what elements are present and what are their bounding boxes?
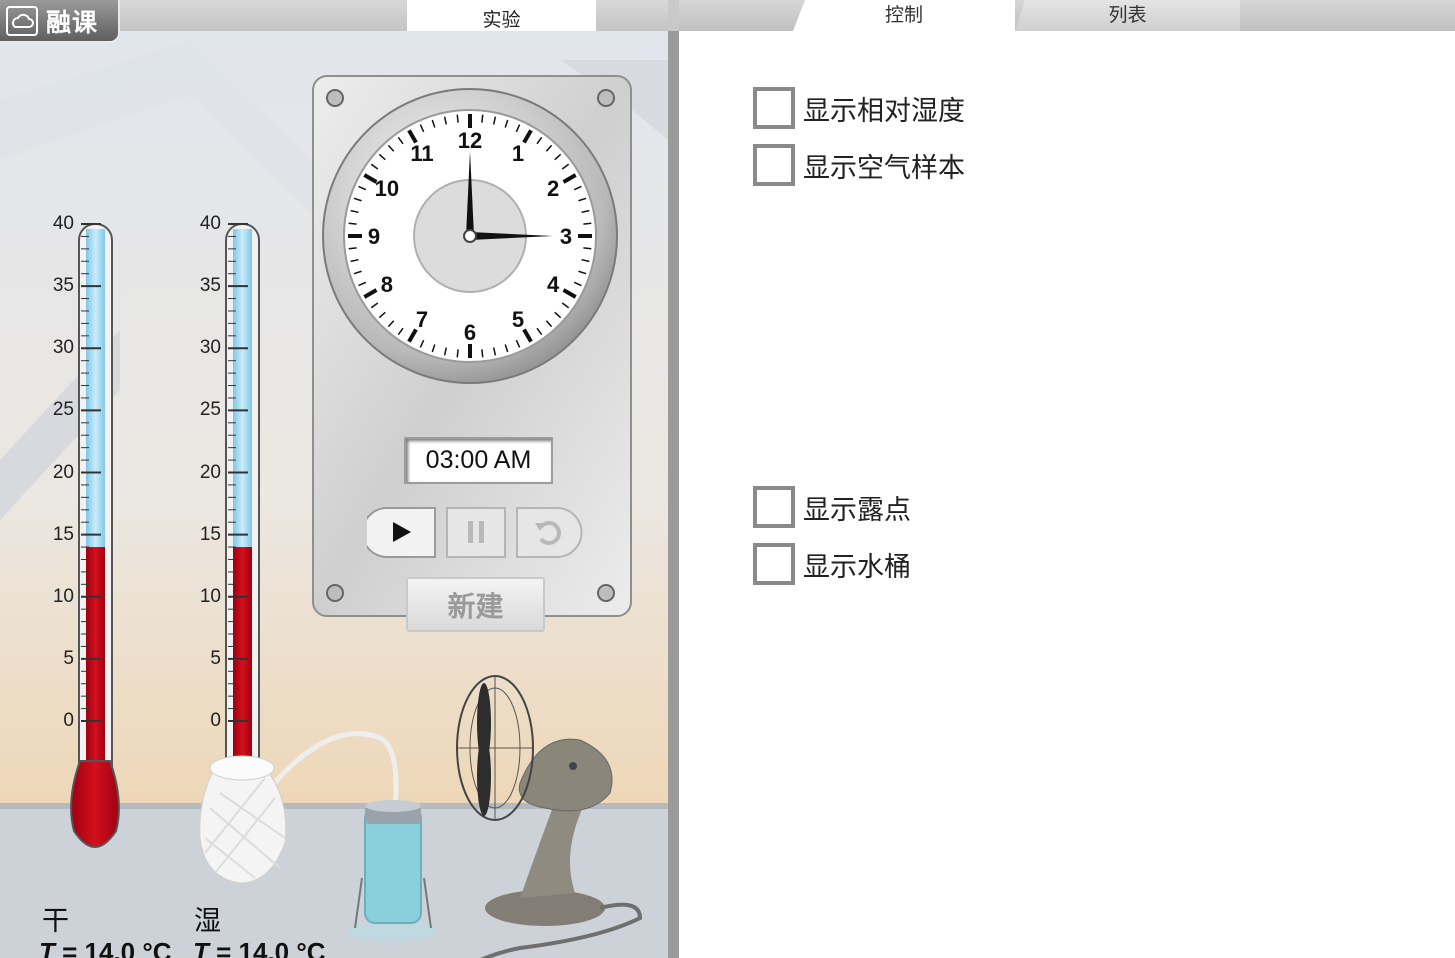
clock-numeral: 12 — [458, 128, 482, 153]
clock-numeral: 9 — [368, 224, 380, 249]
pause-button[interactable] — [447, 507, 505, 557]
wet-scale-label: 5 — [210, 647, 221, 669]
top-bar: 实验 控制 列表 — [0, 0, 1455, 31]
dry-scale-label: 10 — [52, 585, 74, 607]
wet-cloth — [199, 755, 287, 884]
clock-numeral: 7 — [416, 307, 428, 332]
dry-scale-label: 25 — [52, 399, 74, 421]
dry-scale-label: 0 — [63, 710, 74, 731]
show-dew-point-label[interactable]: 显示露点 — [803, 488, 911, 527]
show-relative-humidity-checkbox[interactable] — [753, 87, 795, 129]
tab-experiment[interactable]: 实验 — [407, 0, 596, 31]
wet-scale-label: 35 — [199, 275, 221, 297]
show-bucket-option[interactable]: 显示水桶 — [753, 543, 911, 585]
dry-scale-label: 20 — [52, 461, 74, 483]
clock-tick — [481, 114, 484, 123]
show-bucket-checkbox[interactable] — [753, 543, 795, 585]
panel-divider[interactable] — [668, 31, 679, 958]
digital-time-display: 03:00 AM — [404, 437, 553, 484]
wet-temperature-reading: T = 14.0 °C — [193, 937, 326, 958]
app-root: 实验 控制 列表 融课 12 1 2 3 4 5 6 7 8 9 10 11 0… — [0, 0, 1455, 958]
logo-text: 融课 — [46, 7, 99, 37]
show-relative-humidity-option[interactable]: 显示相对湿度 — [753, 87, 965, 129]
dry-scale-label: 35 — [52, 275, 74, 297]
clock-numeral: 6 — [464, 320, 476, 345]
show-dew-point-checkbox[interactable] — [753, 486, 795, 528]
clock-numeral: 3 — [560, 224, 572, 249]
clock-numeral: 11 — [410, 141, 433, 166]
play-button[interactable] — [369, 507, 433, 557]
cloud-icon — [6, 5, 38, 36]
apparatus-graphic — [199, 675, 643, 958]
clock-tick — [583, 222, 592, 225]
clock-tick — [583, 247, 592, 250]
clock-tick — [456, 349, 459, 358]
clock-tick — [456, 114, 459, 123]
wet-scale-label: 20 — [199, 461, 221, 483]
experiment-scene: 12 1 2 3 4 5 6 7 8 9 10 11 03:00 AM 新建 干 湿 — [0, 31, 668, 958]
show-air-sample-option[interactable]: 显示空气样本 — [753, 144, 965, 186]
show-bucket-label[interactable]: 显示水桶 — [803, 545, 911, 584]
dry-scale-label: 40 — [52, 213, 74, 234]
show-relative-humidity-label[interactable]: 显示相对湿度 — [803, 89, 965, 128]
wet-scale-label: 40 — [199, 213, 221, 234]
dry-scale-label: 5 — [63, 647, 74, 669]
clock-numeral: 1 — [512, 141, 524, 166]
dry-scale-label: 15 — [52, 523, 74, 545]
clock-tick — [481, 349, 484, 358]
wet-thermometer-label: 湿 — [194, 906, 221, 937]
tab-list[interactable]: 列表 — [1015, 0, 1240, 31]
wet-scale-label: 0 — [210, 710, 221, 731]
clock-numeral: 4 — [547, 272, 560, 297]
undo-icon — [535, 521, 561, 545]
dry-thermometer-label: 干 — [42, 906, 69, 937]
show-dew-point-option[interactable]: 显示露点 — [753, 486, 911, 528]
app-logo[interactable]: 融课 — [0, 0, 120, 43]
clock-numeral: 10 — [375, 176, 399, 201]
water-container — [348, 800, 438, 941]
clock-numeral: 2 — [547, 176, 559, 201]
new-button[interactable]: 新建 — [406, 577, 545, 632]
play-icon — [393, 522, 411, 542]
clock-tick — [348, 222, 357, 225]
dry-temperature-reading: T = 14.0 °C — [39, 937, 172, 958]
clock-numeral: 5 — [512, 307, 524, 332]
wet-scale-label: 30 — [199, 337, 221, 359]
fan — [456, 675, 643, 958]
show-air-sample-label[interactable]: 显示空气样本 — [803, 146, 965, 185]
show-air-sample-checkbox[interactable] — [753, 144, 795, 186]
clock-tick — [348, 247, 357, 250]
wet-scale-label: 25 — [199, 399, 221, 421]
reset-button[interactable] — [517, 507, 579, 557]
pause-icon — [468, 521, 484, 543]
tab-control[interactable]: 控制 — [793, 0, 1015, 31]
wet-scale-label: 10 — [199, 585, 221, 607]
dry-scale-label: 30 — [52, 337, 74, 359]
wet-scale-label: 15 — [199, 523, 221, 545]
clock-numeral: 8 — [381, 272, 393, 297]
